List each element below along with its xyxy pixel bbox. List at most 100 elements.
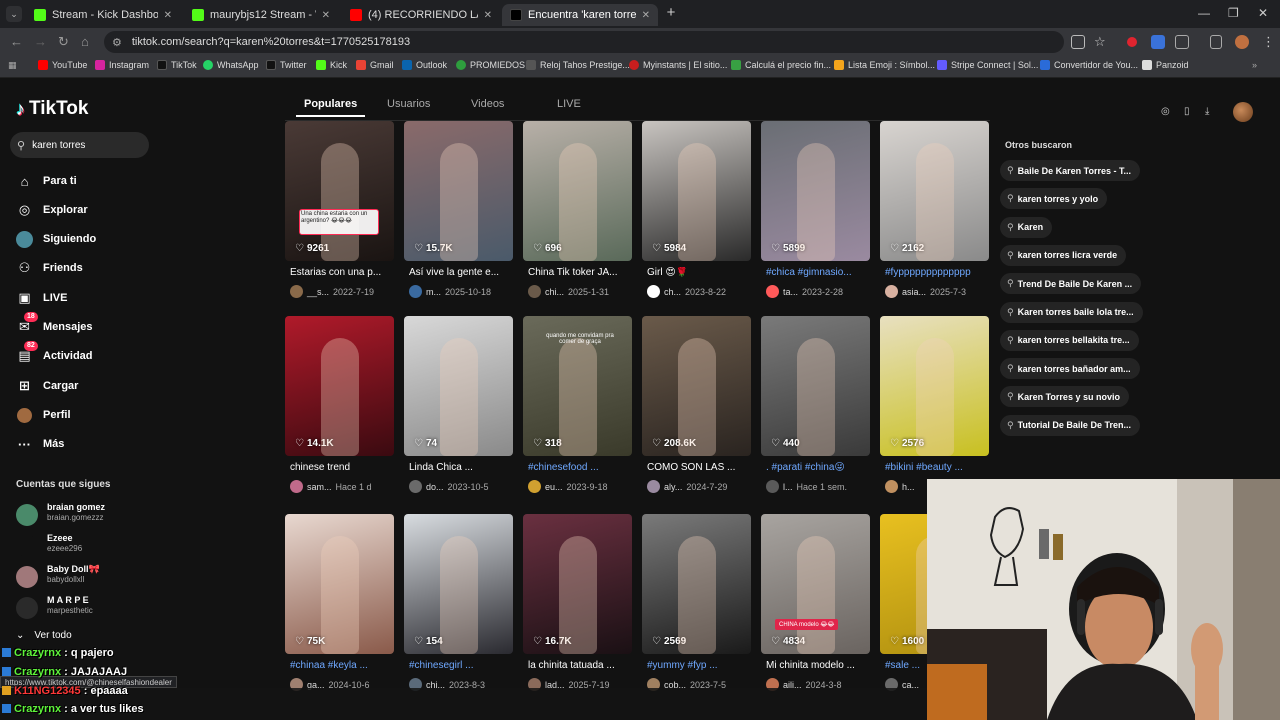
creator-username[interactable]: asia... — [902, 287, 926, 297]
creator-avatar[interactable] — [766, 480, 779, 493]
bookmark-item[interactable]: PROMIEDOS — [456, 60, 525, 70]
creator-avatar[interactable] — [290, 480, 303, 493]
bookmark-item[interactable]: Outlook — [402, 60, 447, 70]
creator-avatar[interactable] — [528, 480, 541, 493]
video-card[interactable]: ♡ 75K #chinaa #keyla ... ga... 2024-10-6 — [285, 514, 394, 700]
restore-icon[interactable]: ❐ — [1228, 6, 1239, 20]
more-bookmarks-icon[interactable]: » — [1252, 60, 1257, 70]
creator-username[interactable]: aly... — [664, 482, 682, 492]
creator-avatar[interactable] — [528, 285, 541, 298]
video-caption[interactable]: #chica #gimnasio... — [766, 267, 870, 278]
creator-avatar[interactable] — [290, 285, 303, 298]
related-search-chip[interactable]: ⚲ Karen torres baile lola tre... — [1000, 301, 1143, 323]
related-search-chip[interactable]: ⚲ Trend De Baile De Karen ... — [1000, 273, 1142, 295]
close-icon[interactable]: ✕ — [164, 10, 172, 21]
bookmark-star-icon[interactable]: ☆ — [1094, 34, 1106, 50]
tab-search-button[interactable]: ⌄ — [6, 6, 22, 22]
video-card[interactable]: ♡ 2569 #yummy #fyp ... cob... 2023-7-5 — [642, 514, 751, 700]
video-caption[interactable]: #chinesefood ... — [528, 462, 632, 473]
tab-populares[interactable]: Populares — [295, 98, 366, 117]
video-card[interactable]: ♡ 9261 Una china estaria con un argentino?… — [285, 121, 394, 307]
url-bar[interactable]: ⚙ tiktok.com/search?q=karen%20torres&t=1… — [104, 31, 1064, 53]
sidebar-item-mas[interactable]: ··· Más — [16, 433, 176, 455]
video-card[interactable]: ♡ 2162 #fyppppppppppppp asia... 2025-7-3 — [880, 121, 989, 307]
video-caption[interactable]: Mi chinita modelo ... — [766, 660, 870, 671]
video-card[interactable]: ♡ 318 quando me convidam pra comer de graç… — [523, 316, 632, 502]
sidebar-item-cargar[interactable]: ⊞ Cargar — [16, 375, 176, 397]
browser-tab[interactable]: (4) RECORRIENDO LA FERIA M ✕ — [342, 4, 500, 26]
video-caption[interactable]: China Tik toker JA... — [528, 267, 632, 278]
back-icon[interactable]: ← — [10, 34, 23, 49]
video-card[interactable]: ♡ 4834 CHINA modelo 😂😂 Mi chinita modelo ..… — [761, 514, 870, 700]
bookmark-item[interactable]: Stripe Connect | Sol... — [937, 60, 1038, 70]
menu-dots-icon[interactable]: ⋮ — [1262, 34, 1275, 50]
sidebar-item-explorar[interactable]: ◎ Explorar — [16, 199, 176, 221]
bookmark-item[interactable]: Convertidor de You... — [1040, 60, 1138, 70]
video-thumbnail[interactable]: ♡ 75K — [285, 514, 394, 654]
bookmark-item[interactable]: Gmail — [356, 60, 394, 70]
close-icon[interactable]: ✕ — [484, 10, 492, 21]
tab-usuarios[interactable]: Usuarios — [387, 98, 430, 110]
creator-username[interactable]: __s... — [307, 287, 329, 297]
close-icon[interactable]: ✕ — [322, 10, 330, 21]
video-card[interactable]: ♡ 208.6K COMO SON LAS ... aly... 2024-7-29 — [642, 316, 751, 502]
phone-icon[interactable]: ▯ — [1184, 106, 1190, 117]
video-thumbnail[interactable]: ♡ 2569 — [642, 514, 751, 654]
bookmark-item[interactable]: Reloj Tahos Prestige... — [526, 60, 630, 70]
bookmark-item[interactable]: Instagram — [95, 60, 149, 70]
followed-account[interactable]: Baby Doll🎀 babydollxll — [16, 564, 156, 592]
bookmark-item[interactable]: Lista Emoji : Símbol... — [834, 60, 935, 70]
video-thumbnail[interactable]: ♡ 15.7K — [404, 121, 513, 261]
bookmark-item[interactable]: Myinstants | El sitio... — [629, 60, 727, 70]
bookmark-item[interactable]: Panzoid — [1142, 60, 1189, 70]
video-thumbnail[interactable]: ♡ 4834 CHINA modelo 😂😂 — [761, 514, 870, 654]
creator-username[interactable]: chi... — [545, 287, 564, 297]
sidebar-item-live[interactable]: ▣ LIVE — [16, 287, 176, 309]
search-input[interactable]: ⚲ karen torres — [10, 132, 149, 158]
apps-grid-icon[interactable]: ▦ — [8, 60, 17, 71]
creator-username[interactable]: sam... — [307, 482, 332, 492]
creator-username[interactable]: do... — [426, 482, 444, 492]
video-thumbnail[interactable]: ♡ 696 — [523, 121, 632, 261]
followed-account[interactable]: braian gomez braian.gomezzz — [16, 502, 156, 530]
reload-icon[interactable]: ↻ — [58, 34, 69, 50]
home-icon[interactable]: ⌂ — [81, 34, 89, 49]
extension-icon[interactable] — [1127, 37, 1137, 47]
related-search-chip[interactable]: ⚲ Karen Torres y su novio — [1000, 386, 1129, 408]
video-thumbnail[interactable]: ♡ 16.7K — [523, 514, 632, 654]
browser-tab-active[interactable]: Encuentra 'karen torres' en TikT ✕ — [502, 4, 658, 26]
creator-avatar[interactable] — [885, 285, 898, 298]
tab-live[interactable]: LIVE — [557, 98, 581, 110]
bookmark-item[interactable]: TikTok — [157, 60, 197, 70]
creator-avatar[interactable] — [766, 285, 779, 298]
user-avatar-button[interactable] — [1233, 102, 1253, 122]
browser-tab[interactable]: Stream - Kick Dashboard ✕ — [26, 4, 180, 26]
creator-avatar[interactable] — [647, 480, 660, 493]
video-thumbnail[interactable]: ♡ 14.1K — [285, 316, 394, 456]
video-card[interactable]: ♡ 154 #chinesegirl ... chi... 2023-8-3 — [404, 514, 513, 700]
creator-username[interactable]: eu... — [545, 482, 563, 492]
video-caption[interactable]: Linda Chica ... — [409, 462, 513, 473]
video-caption[interactable]: Estarias con una p... — [290, 267, 394, 278]
sidebar-item-mensajes[interactable]: ✉ 18 Mensajes — [16, 311, 176, 338]
video-caption[interactable]: #fyppppppppppppp — [885, 267, 989, 278]
related-search-chip[interactable]: ⚲ karen torres bañador am... — [1000, 358, 1140, 380]
sidebar-item-siguiendo[interactable]: Siguiendo — [16, 228, 176, 250]
related-search-chip[interactable]: ⚲ Karen — [1000, 216, 1053, 238]
video-thumbnail[interactable]: ♡ 5899 — [761, 121, 870, 261]
extension-icon[interactable] — [1151, 35, 1165, 49]
new-tab-icon[interactable]: + — [662, 5, 680, 23]
video-thumbnail[interactable]: ♡ 5984 — [642, 121, 751, 261]
related-search-chip[interactable]: ⚲ Baile De Karen Torres - T... — [1000, 160, 1140, 181]
creator-username[interactable]: ta... — [783, 287, 798, 297]
forward-icon[interactable]: → — [34, 34, 47, 49]
tab-videos[interactable]: Videos — [471, 98, 504, 110]
video-card[interactable]: ♡ 16.7K la chinita tatuada ... lad... 2025-7… — [523, 514, 632, 700]
video-card[interactable]: ♡ 696 China Tik toker JA... chi... 2025-1-31 — [523, 121, 632, 307]
video-card[interactable]: ♡ 440 . #parati #china😜 l... Hace 1 sem. — [761, 316, 870, 502]
sidebar-item-para-ti[interactable]: ⌂ Para ti — [16, 170, 176, 192]
related-search-chip[interactable]: ⚲ karen torres y yolo — [1000, 188, 1108, 210]
video-thumbnail[interactable]: ♡ 2576 — [880, 316, 989, 456]
profile-avatar-icon[interactable] — [1235, 35, 1249, 49]
reading-list-icon[interactable] — [1210, 35, 1222, 49]
